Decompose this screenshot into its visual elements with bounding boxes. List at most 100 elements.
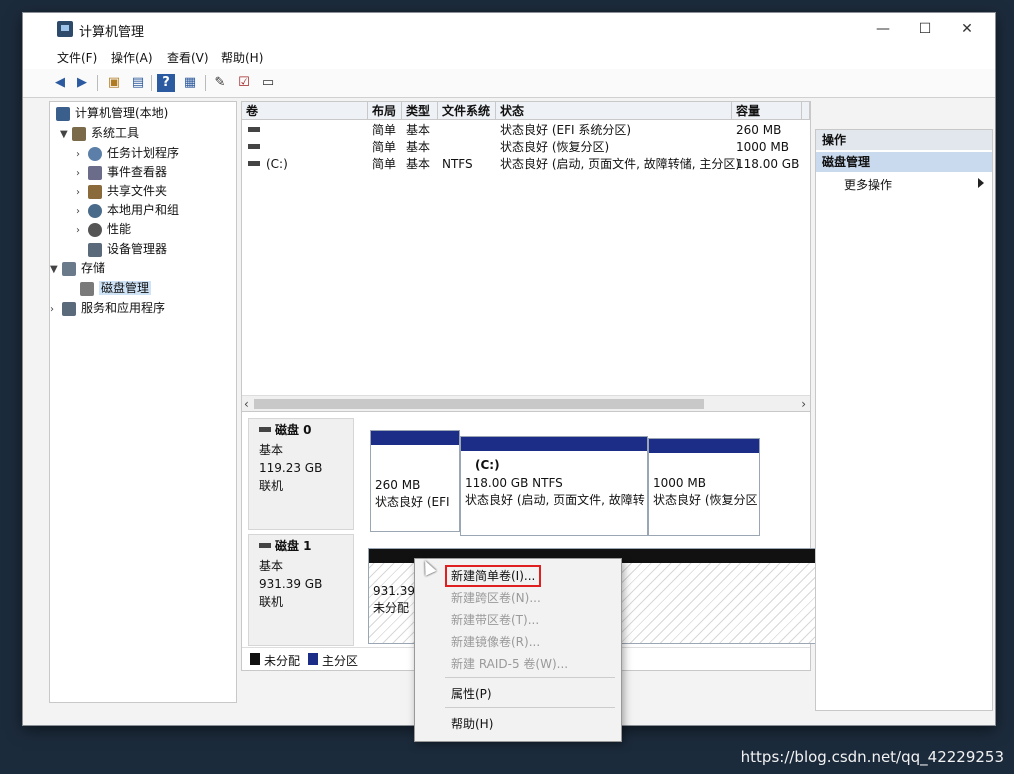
disk-size: 931.39 GB [259,577,323,591]
console-tree[interactable]: 计算机管理(本地) ▼ 系统工具 › 任务计划程序 › 事件查看器 › 共享文件夹 › 本… [49,101,237,703]
disk-name: 磁盘 1 [275,539,312,553]
legend-swatch-primary [308,653,318,665]
menu-view[interactable]: 查看(V) [167,49,209,66]
primary-partition-bar [461,437,647,451]
tree-item-performance[interactable]: › 性能 [76,220,131,238]
folder-up-icon[interactable]: ▣ [105,74,123,92]
partition-c[interactable]: (C:) 118.00 GB NTFS 状态良好 (启动, 页面文件, 故障转 [460,436,648,536]
column-more [802,102,810,120]
clock-icon [88,146,102,161]
volume-layout: 简单 [372,157,397,171]
console-tree-icon[interactable]: ▤ [129,74,147,92]
legend-label-primary: 主分区 [322,654,359,668]
chevron-down-icon[interactable]: ▼ [50,261,62,279]
menu-action[interactable]: 操作(A) [111,49,153,66]
volume-icon [248,144,260,149]
volume-icon [248,161,260,166]
column-status[interactable]: 状态 [496,102,732,120]
tree-item-device-manager[interactable]: 设备管理器 [88,240,167,258]
partition-status: 状态良好 (EFI [375,495,450,509]
menu-properties[interactable]: 属性(P) [451,685,492,703]
computer-management-icon [57,21,73,37]
tree-item-task-scheduler[interactable]: › 任务计划程序 [76,144,179,162]
menu-bar: 文件(F) 操作(A) 查看(V) 帮助(H) [23,45,995,69]
performance-gauge-icon [88,222,102,237]
menu-new-spanned-volume[interactable]: 新建跨区卷(N)... [451,589,541,607]
maximize-button[interactable]: ☐ [909,18,941,40]
volume-layout: 简单 [372,123,397,137]
column-capacity[interactable]: 容量 [732,102,802,120]
more-actions-item[interactable]: 更多操作 [844,176,892,193]
disk-state: 联机 [259,479,284,493]
volume-status: 状态良好 (恢复分区) [500,140,610,154]
help-icon[interactable]: ? [157,74,175,92]
column-volume[interactable]: 卷 [242,102,368,120]
back-arrow-icon[interactable]: ◀ [51,74,69,92]
close-button[interactable]: ✕ [951,18,983,40]
column-layout[interactable]: 布局 [368,102,402,120]
chevron-right-icon[interactable]: › [76,146,88,164]
toolbar-separator [205,75,206,91]
menu-separator [445,707,615,708]
partition-size: 260 MB [375,478,421,492]
partition-recovery[interactable]: 1000 MB 状态良好 (恢复分区 [648,438,760,536]
actions-section-disk-management[interactable]: 磁盘管理 [816,152,992,172]
volume-status: 状态良好 (启动, 页面文件, 故障转储, 主分区) [500,157,741,171]
actions-pane: 操作 磁盘管理 更多操作 [815,129,993,711]
table-row[interactable]: 简单 基本 状态良好 (恢复分区) 1000 MB [242,139,810,156]
checklist-icon[interactable]: ☑ [235,74,253,92]
minimize-button[interactable]: — [867,18,899,40]
volume-list[interactable]: 卷 布局 类型 文件系统 状态 容量 简单 基本 状态良好 (EFI 系统分区)… [241,101,811,413]
tree-item-system-tools[interactable]: ▼ 系统工具 [60,124,139,142]
view-icon[interactable]: ▭ [259,74,277,92]
menu-new-striped-volume[interactable]: 新建带区卷(T)... [451,611,539,629]
chevron-right-icon[interactable]: › [76,203,88,221]
properties-icon[interactable]: ▦ [181,74,199,92]
users-icon [88,203,102,218]
title-bar[interactable]: 计算机管理 — ☐ ✕ [23,13,995,45]
menu-new-mirrored-volume[interactable]: 新建镜像卷(R)... [451,633,540,651]
table-row[interactable]: 简单 基本 状态良好 (EFI 系统分区) 260 MB [242,122,810,139]
forward-arrow-icon[interactable]: ▶ [73,74,91,92]
scroll-thumb[interactable] [254,399,704,409]
column-type[interactable]: 类型 [402,102,438,120]
volume-status: 状态良好 (EFI 系统分区) [500,123,632,137]
chevron-down-icon[interactable]: ▼ [60,126,72,144]
scroll-right-icon[interactable]: › [801,396,806,412]
tree-item-local-users[interactable]: › 本地用户和组 [76,201,179,219]
tree-item-services-apps[interactable]: › 服务和应用程序 [50,299,165,317]
submenu-arrow-icon[interactable] [978,178,984,188]
legend-label-unallocated: 未分配 [264,654,301,668]
menu-new-simple-volume[interactable]: 新建简单卷(I)... [451,567,535,585]
menu-file[interactable]: 文件(F) [57,49,97,66]
disk-0-label[interactable]: 磁盘 0 基本 119.23 GB 联机 [248,418,354,530]
tree-item-disk-management[interactable]: 磁盘管理 [80,279,152,297]
volume-icon [248,127,260,132]
scroll-left-icon[interactable]: ‹ [244,396,249,412]
chevron-right-icon[interactable]: › [76,222,88,240]
menu-help-item[interactable]: 帮助(H) [451,715,493,733]
partition-efi[interactable]: 260 MB 状态良好 (EFI [370,430,460,532]
table-row[interactable]: (C:) 简单 基本 NTFS 状态良好 (启动, 页面文件, 故障转储, 主分… [242,156,810,173]
tools-icon [72,126,86,141]
column-filesystem[interactable]: 文件系统 [438,102,496,120]
menu-new-raid5-volume[interactable]: 新建 RAID-5 卷(W)... [451,655,568,673]
horizontal-scrollbar[interactable]: ‹ › [242,395,810,412]
menu-help[interactable]: 帮助(H) [221,49,263,66]
tree-item-storage[interactable]: ▼ 存储 [50,259,105,277]
tree-item-shared-folders[interactable]: › 共享文件夹 [76,182,167,200]
disk-1-label[interactable]: 磁盘 1 基本 931.39 GB 联机 [248,534,354,646]
volume-layout: 简单 [372,140,397,154]
comment-icon[interactable]: ✎ [211,74,229,92]
partition-size: 1000 MB [653,476,706,490]
tree-root[interactable]: 计算机管理(本地) [56,104,168,122]
volume-capacity: 118.00 GB [736,157,800,171]
partition-status: 状态良好 (启动, 页面文件, 故障转 [465,493,645,507]
tree-item-event-viewer[interactable]: › 事件查看器 [76,163,167,181]
toolbar: ◀ ▶ ▣ ▤ ? ▦ ✎ ☑ ▭ [23,69,995,98]
chevron-right-icon[interactable]: › [76,184,88,202]
volume-type: 基本 [406,157,431,171]
chevron-right-icon[interactable]: › [76,165,88,183]
chevron-right-icon[interactable]: › [50,301,62,319]
menu-separator [445,677,615,678]
